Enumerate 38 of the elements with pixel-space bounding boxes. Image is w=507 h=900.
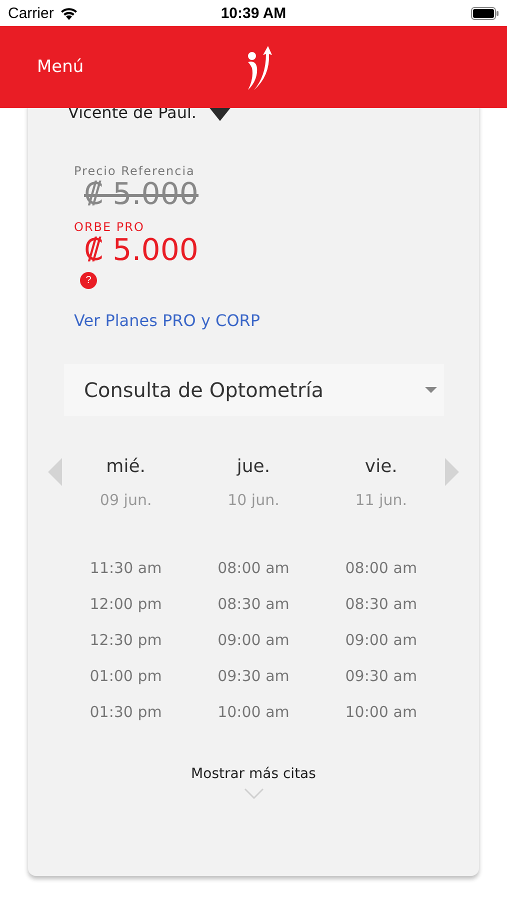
plans-link[interactable]: Ver Planes PRO y CORP xyxy=(74,311,479,330)
battery-icon xyxy=(471,6,499,20)
time-slot[interactable]: 01:00 pm xyxy=(90,667,162,686)
help-button[interactable]: ? xyxy=(80,272,97,289)
reference-price: ₡ 5.000 xyxy=(84,178,199,212)
time-slot[interactable]: 09:30 am xyxy=(218,667,290,686)
time-slot[interactable]: 09:00 am xyxy=(218,631,290,650)
time-slot[interactable]: 09:00 am xyxy=(345,631,418,650)
menu-button[interactable]: Menú xyxy=(37,57,84,77)
time-slot[interactable]: 01:30 pm xyxy=(90,703,162,722)
time-slot[interactable]: 08:30 am xyxy=(345,595,418,614)
carrier-label: Carrier xyxy=(8,4,54,22)
previous-arrow-icon[interactable] xyxy=(48,458,62,486)
wifi-icon xyxy=(58,6,79,20)
time-slot[interactable]: 08:00 am xyxy=(218,559,290,578)
time-slot[interactable]: 10:00 am xyxy=(218,703,290,722)
plan-label: ORBE PRO xyxy=(74,220,144,234)
plan-price: ₡ 5.000 xyxy=(84,234,199,268)
reference-price-label: Precio Referencia xyxy=(74,164,195,178)
next-arrow-icon[interactable] xyxy=(445,458,459,486)
time-slot[interactable]: 08:00 am xyxy=(345,559,418,578)
day-name: mié. xyxy=(106,456,146,477)
time-slot[interactable]: 08:30 am xyxy=(218,595,290,614)
day-date: 10 jun. xyxy=(228,491,280,509)
time-slot[interactable]: 09:30 am xyxy=(345,667,418,686)
day-name: jue. xyxy=(236,456,270,477)
service-dropdown[interactable]: Consulta de Optometría xyxy=(64,364,444,416)
day-date: 11 jun. xyxy=(355,491,408,509)
show-more-button[interactable]: Mostrar más citas xyxy=(191,766,316,782)
clock: 10:39 AM xyxy=(220,4,286,22)
chevron-down-icon[interactable] xyxy=(244,788,264,799)
time-slot[interactable]: 12:30 pm xyxy=(90,631,162,650)
time-slot[interactable]: 10:00 am xyxy=(345,703,418,722)
time-slot[interactable]: 12:00 pm xyxy=(90,595,162,614)
day-date: 09 jun. xyxy=(100,491,152,509)
dropdown-caret-icon xyxy=(425,387,437,393)
day-name: vie. xyxy=(364,456,398,477)
time-slot[interactable]: 11:30 am xyxy=(90,559,162,578)
